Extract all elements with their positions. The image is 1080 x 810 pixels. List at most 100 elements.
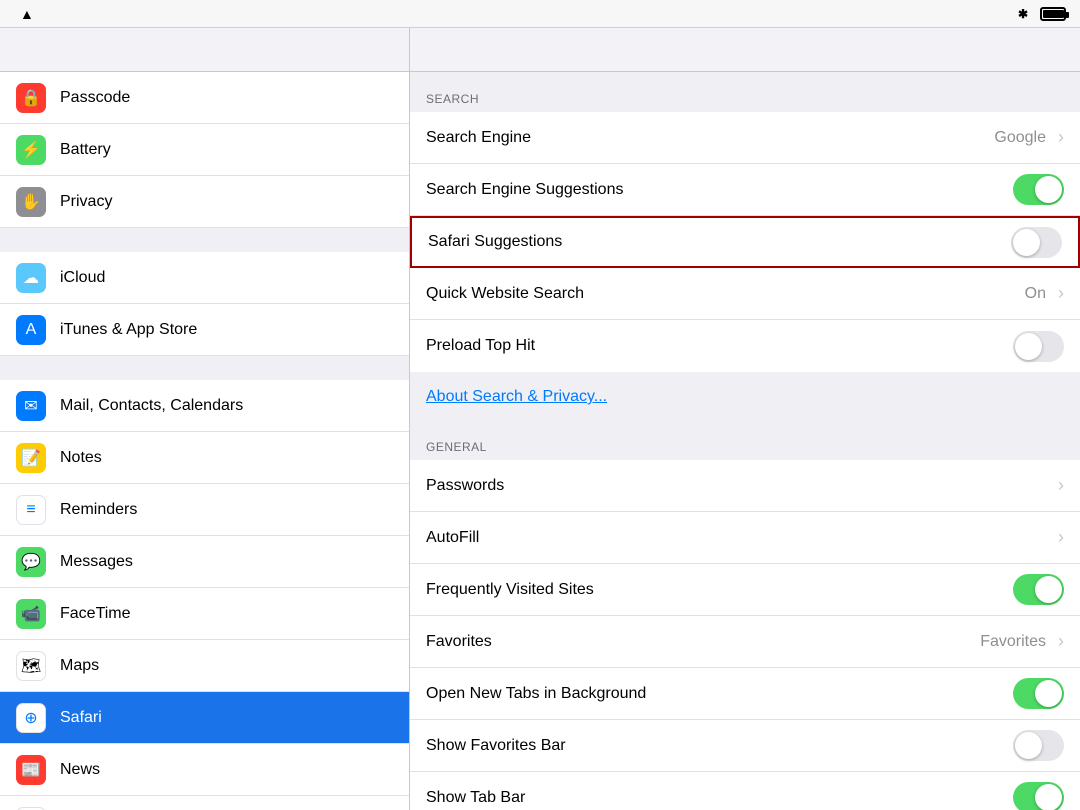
maps-icon: 🗺 bbox=[16, 651, 46, 681]
setting-row-safari-suggestions[interactable]: Safari Suggestions bbox=[410, 216, 1080, 268]
sidebar-separator-6 bbox=[0, 356, 409, 380]
status-bar-left: ▲ bbox=[14, 6, 34, 22]
passwords-chevron-icon: › bbox=[1058, 475, 1064, 496]
main-content: 🔒Passcode⚡Battery✋Privacy☁iCloudAiTunes … bbox=[0, 72, 1080, 810]
setting-row-preload-top-hit[interactable]: Preload Top Hit bbox=[410, 320, 1080, 372]
sidebar-item-music[interactable]: ♪Music bbox=[0, 796, 409, 810]
show-favorites-bar-toggle-knob bbox=[1015, 732, 1042, 759]
news-icon: 📰 bbox=[16, 755, 46, 785]
setting-row-show-tab-bar[interactable]: Show Tab Bar bbox=[410, 772, 1080, 810]
mail-label: Mail, Contacts, Calendars bbox=[60, 397, 243, 415]
music-icon: ♪ bbox=[16, 807, 46, 810]
mail-icon: ✉ bbox=[16, 391, 46, 421]
search-engine-suggestions-toggle-knob bbox=[1035, 176, 1062, 203]
autofill-chevron-icon: › bbox=[1058, 527, 1064, 548]
battery-icon: ⚡ bbox=[16, 135, 46, 165]
sidebar-item-messages[interactable]: 💬Messages bbox=[0, 536, 409, 588]
preload-top-hit-toggle[interactable] bbox=[1013, 331, 1064, 362]
sidebar: 🔒Passcode⚡Battery✋Privacy☁iCloudAiTunes … bbox=[0, 72, 410, 810]
sidebar-item-safari[interactable]: ⊕Safari bbox=[0, 692, 409, 744]
messages-icon: 💬 bbox=[16, 547, 46, 577]
setting-row-search-engine-suggestions[interactable]: Search Engine Suggestions bbox=[410, 164, 1080, 216]
wifi-icon: ▲ bbox=[20, 6, 34, 22]
quick-website-search-label: Quick Website Search bbox=[426, 285, 1017, 303]
right-panel: SEARCHSearch EngineGoogle›Search Engine … bbox=[410, 72, 1080, 810]
favorites-chevron-icon: › bbox=[1058, 631, 1064, 652]
privacy-icon: ✋ bbox=[16, 187, 46, 217]
sidebar-item-itunes[interactable]: AiTunes & App Store bbox=[0, 304, 409, 356]
setting-row-frequently-visited-sites[interactable]: Frequently Visited Sites bbox=[410, 564, 1080, 616]
itunes-label: iTunes & App Store bbox=[60, 321, 197, 339]
section-header-search: SEARCH bbox=[410, 72, 1080, 112]
section-link-search[interactable]: About Search & Privacy... bbox=[410, 374, 1080, 420]
safari-suggestions-toggle-knob bbox=[1013, 229, 1040, 256]
privacy-label: Privacy bbox=[60, 193, 112, 211]
sidebar-separator-3 bbox=[0, 228, 409, 252]
show-tab-bar-toggle-knob bbox=[1035, 784, 1062, 810]
sidebar-item-reminders[interactable]: ≡ Reminders bbox=[0, 484, 409, 536]
setting-row-search-engine[interactable]: Search Engine Google › bbox=[410, 112, 1080, 164]
setting-row-favorites[interactable]: FavoritesFavorites› bbox=[410, 616, 1080, 668]
search-engine-suggestions-label: Search Engine Suggestions bbox=[426, 181, 1005, 199]
sidebar-item-passcode[interactable]: 🔒 Passcode bbox=[0, 72, 409, 124]
safari-suggestions-label: Safari Suggestions bbox=[428, 233, 1003, 251]
reminders-label: Reminders bbox=[60, 501, 137, 519]
passcode-icon: 🔒 bbox=[16, 83, 46, 113]
favorites-value: Favorites bbox=[980, 633, 1046, 651]
open-new-tabs-label: Open New Tabs in Background bbox=[426, 685, 1005, 703]
itunes-icon: A bbox=[16, 315, 46, 345]
section-group-general: Passwords › AutoFill › Frequently Visited Si… bbox=[410, 460, 1080, 810]
safari-suggestions-toggle[interactable] bbox=[1011, 227, 1062, 258]
quick-website-search-chevron-icon: › bbox=[1058, 283, 1064, 304]
reminders-icon: ≡ bbox=[16, 495, 46, 525]
battery-label: Battery bbox=[60, 141, 111, 159]
sidebar-item-privacy[interactable]: ✋ Privacy bbox=[0, 176, 409, 228]
sidebar-item-icloud[interactable]: ☁iCloud bbox=[0, 252, 409, 304]
safari-header bbox=[410, 28, 1080, 72]
show-tab-bar-label: Show Tab Bar bbox=[426, 789, 1005, 807]
notes-icon: 📝 bbox=[16, 443, 46, 473]
search-engine-chevron-icon: › bbox=[1058, 127, 1064, 148]
show-favorites-bar-label: Show Favorites Bar bbox=[426, 737, 1005, 755]
section-group-search: Search Engine Google › Search Engine Sugges… bbox=[410, 112, 1080, 372]
sidebar-item-mail[interactable]: ✉ Mail, Contacts, Calendars bbox=[0, 380, 409, 432]
frequently-visited-sites-toggle-knob bbox=[1035, 576, 1062, 603]
sidebar-item-battery[interactable]: ⚡ Battery bbox=[0, 124, 409, 176]
bluetooth-icon: ✱ bbox=[1018, 7, 1028, 21]
facetime-label: FaceTime bbox=[60, 605, 131, 623]
icloud-icon: ☁ bbox=[16, 263, 46, 293]
notes-label: Notes bbox=[60, 449, 102, 467]
settings-header bbox=[0, 28, 410, 72]
search-engine-label: Search Engine bbox=[426, 129, 986, 147]
news-label: News bbox=[60, 761, 100, 779]
facetime-icon: 📹 bbox=[16, 599, 46, 629]
search-engine-suggestions-toggle[interactable] bbox=[1013, 174, 1064, 205]
setting-row-passwords[interactable]: Passwords › bbox=[410, 460, 1080, 512]
setting-row-show-favorites-bar[interactable]: Show Favorites Bar bbox=[410, 720, 1080, 772]
setting-row-open-new-tabs[interactable]: Open New Tabs in Background bbox=[410, 668, 1080, 720]
show-favorites-bar-toggle[interactable] bbox=[1013, 730, 1064, 761]
passcode-label: Passcode bbox=[60, 89, 130, 107]
passwords-label: Passwords bbox=[426, 477, 1046, 495]
show-tab-bar-toggle[interactable] bbox=[1013, 782, 1064, 810]
open-new-tabs-toggle-knob bbox=[1035, 680, 1062, 707]
battery-icon bbox=[1040, 7, 1066, 21]
status-bar: ▲ ✱ bbox=[0, 0, 1080, 28]
sidebar-item-facetime[interactable]: 📹 FaceTime bbox=[0, 588, 409, 640]
sidebar-item-maps[interactable]: 🗺 Maps bbox=[0, 640, 409, 692]
sidebar-item-news[interactable]: 📰 News bbox=[0, 744, 409, 796]
setting-row-quick-website-search[interactable]: Quick Website Search On › bbox=[410, 268, 1080, 320]
section-header-general: GENERAL bbox=[410, 420, 1080, 460]
open-new-tabs-toggle[interactable] bbox=[1013, 678, 1064, 709]
maps-label: Maps bbox=[60, 657, 99, 675]
autofill-label: AutoFill bbox=[426, 529, 1046, 547]
safari-icon: ⊕ bbox=[16, 703, 46, 733]
preload-top-hit-toggle-knob bbox=[1015, 333, 1042, 360]
search-engine-value: Google bbox=[994, 129, 1046, 147]
frequently-visited-sites-toggle[interactable] bbox=[1013, 574, 1064, 605]
setting-row-autofill[interactable]: AutoFill › bbox=[410, 512, 1080, 564]
quick-website-search-value: On bbox=[1025, 285, 1046, 303]
status-bar-right: ✱ bbox=[1018, 7, 1066, 21]
preload-top-hit-label: Preload Top Hit bbox=[426, 337, 1005, 355]
sidebar-item-notes[interactable]: 📝 Notes bbox=[0, 432, 409, 484]
